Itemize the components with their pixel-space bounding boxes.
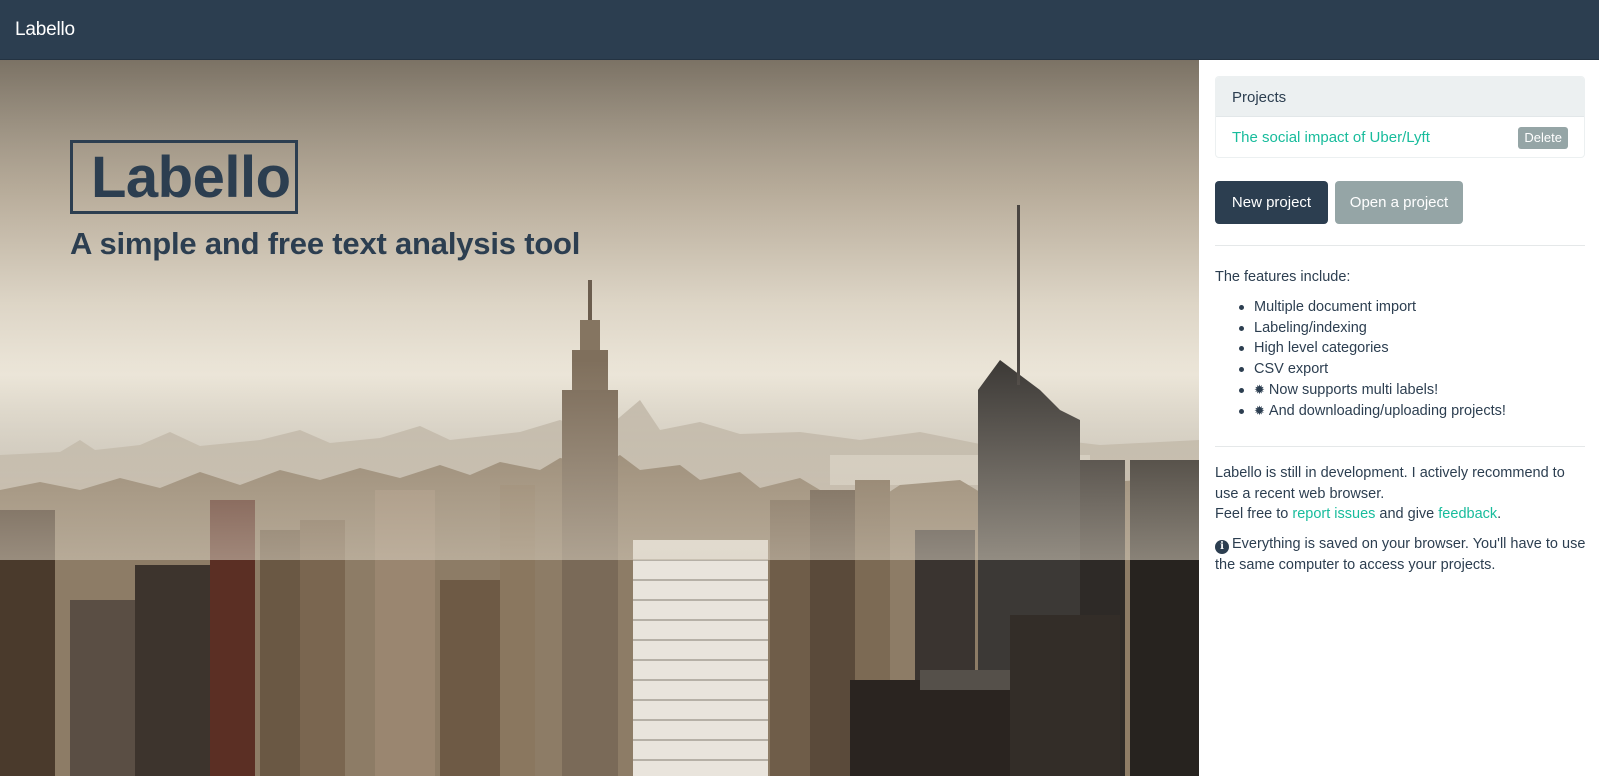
feature-label: And downloading/uploading projects! — [1268, 402, 1506, 419]
divider — [1215, 245, 1585, 246]
hero-title-box: Labello — [70, 140, 298, 214]
divider — [1215, 446, 1585, 447]
projects-panel: Projects The social impact of Uber/Lyft … — [1215, 76, 1585, 158]
projects-panel-title: Projects — [1232, 89, 1287, 106]
info-circle-icon: i — [1215, 540, 1229, 555]
list-item: ✹ And downloading/uploading projects! — [1239, 401, 1579, 422]
projects-panel-heading: Projects — [1216, 77, 1584, 117]
features-list: Multiple document import Labeling/indexi… — [1239, 297, 1579, 421]
hero-image: Labello A simple and free text analysis … — [0, 60, 1199, 776]
list-item: Labeling/indexing — [1239, 318, 1579, 339]
list-item: High level categories — [1239, 338, 1579, 359]
feature-label: High level categories — [1254, 340, 1389, 357]
open-project-button[interactable]: Open a project — [1335, 181, 1463, 224]
list-item: Multiple document import — [1239, 297, 1579, 318]
features-intro: The features include: — [1215, 269, 1351, 285]
report-issues-link[interactable]: report issues — [1292, 506, 1375, 522]
feature-label: Labeling/indexing — [1254, 319, 1367, 336]
feature-label: Multiple document import — [1254, 299, 1416, 315]
list-item: ✹ Now supports multi labels! — [1239, 380, 1579, 401]
feedback-prefix: Feel free to — [1215, 506, 1289, 523]
new-project-button[interactable]: New project — [1215, 181, 1328, 224]
info-section: Labello is still in development. I activ… — [1215, 463, 1587, 576]
list-item: CSV export — [1239, 359, 1579, 380]
delete-project-button[interactable]: Delete — [1518, 127, 1568, 149]
project-link[interactable]: The social impact of Uber/Lyft — [1232, 129, 1430, 146]
hero-title: Labello — [91, 145, 291, 210]
feedback-link[interactable]: feedback — [1438, 506, 1497, 522]
sidebar: Projects The social impact of Uber/Lyft … — [1199, 60, 1599, 776]
feedback-line: Feel free to report issues and give feed… — [1215, 504, 1587, 525]
feedback-suffix: . — [1497, 506, 1502, 523]
saved-notice-line: i Everything is saved on your browser. Yo… — [1215, 534, 1587, 575]
brand-link[interactable]: Labello — [15, 19, 75, 41]
feedback-middle: and give — [1379, 506, 1435, 523]
starburst-icon: ✹ — [1254, 402, 1265, 418]
hero-subtitle: A simple and free text analysis tool — [70, 226, 581, 261]
navbar: Labello — [0, 0, 1599, 60]
feature-label: Now supports multi labels! — [1268, 381, 1439, 398]
feature-label: CSV export — [1254, 361, 1329, 378]
project-list-item: The social impact of Uber/Lyft Delete — [1216, 117, 1584, 157]
starburst-icon: ✹ — [1254, 381, 1265, 397]
dev-notice: Labello is still in development. I activ… — [1215, 465, 1565, 502]
saved-notice: Everything is saved on your browser. You… — [1215, 536, 1586, 573]
